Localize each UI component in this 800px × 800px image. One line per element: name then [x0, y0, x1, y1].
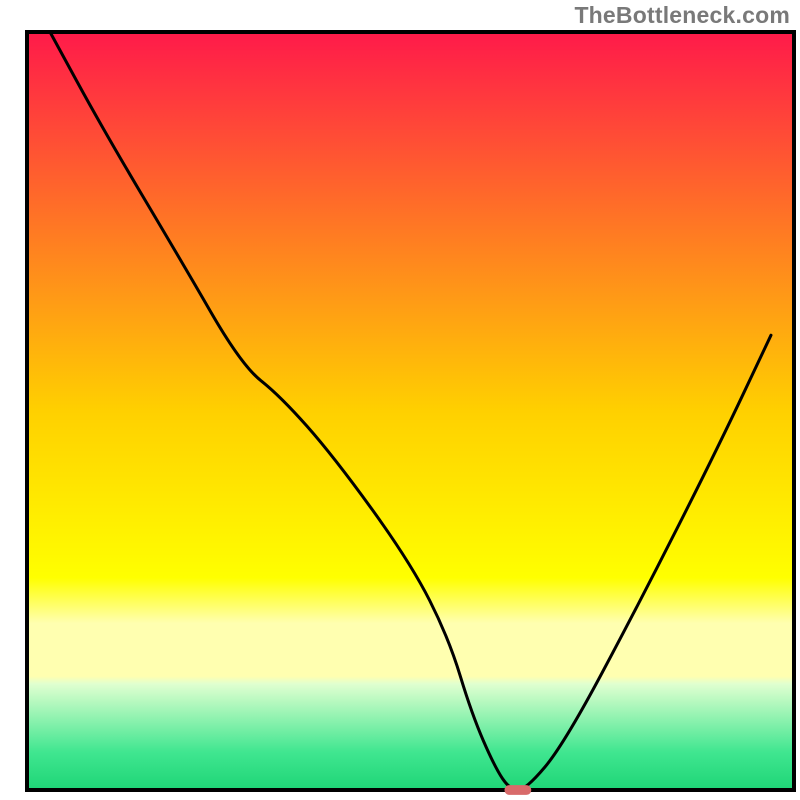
chart-container: TheBottleneck.com: [0, 0, 800, 800]
optimal-marker: [504, 785, 531, 795]
bottleneck-plot: [0, 0, 800, 800]
plot-background: [27, 32, 794, 790]
